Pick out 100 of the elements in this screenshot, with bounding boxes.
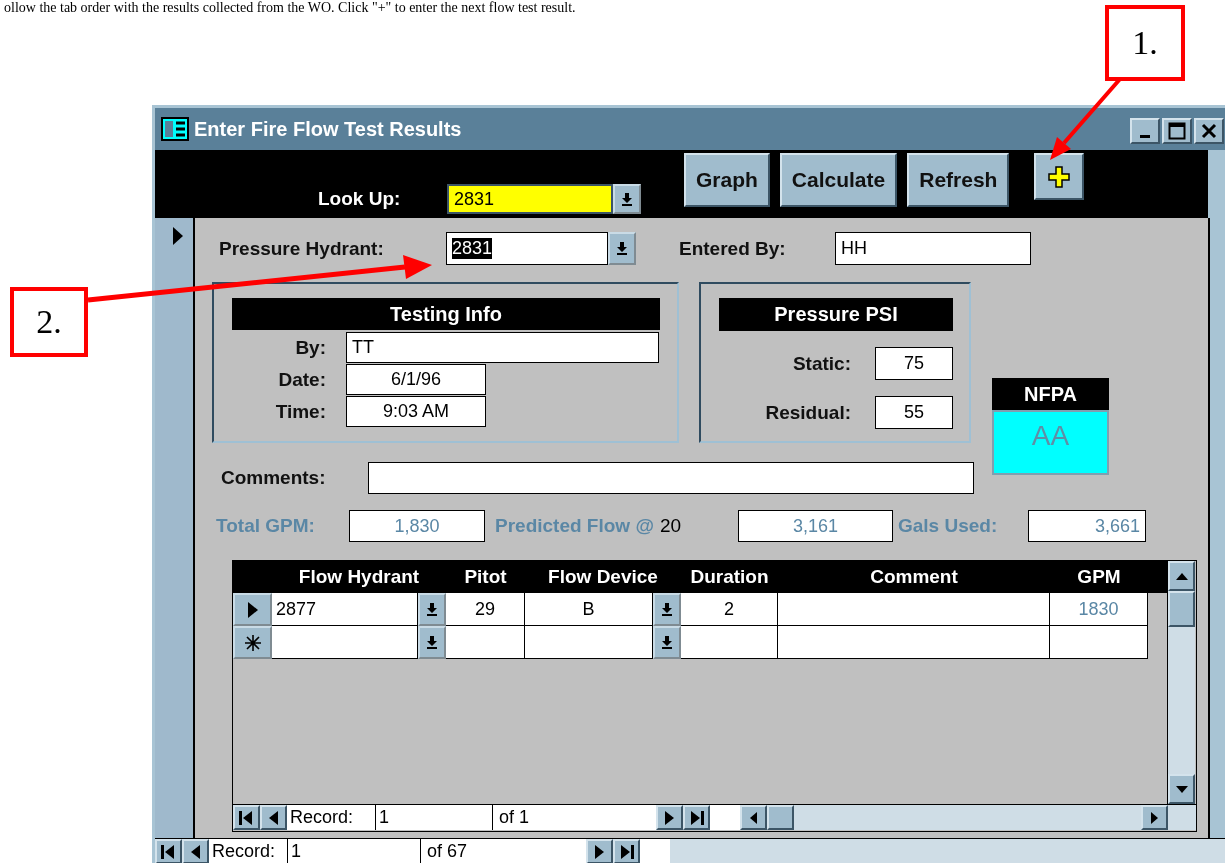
table-cell[interactable]: 2: [681, 593, 778, 626]
toolbar-button[interactable]: Graph: [684, 153, 770, 207]
section-header: Pressure PSI: [719, 298, 953, 331]
column-header: Flow Hydrant: [272, 561, 446, 593]
scroll-up-button[interactable]: [1168, 561, 1195, 591]
record-label: Record:: [209, 839, 287, 863]
last-record-icon: [618, 842, 635, 861]
dropdown-button[interactable]: [608, 232, 636, 265]
number-field: 3,661: [1027, 510, 1146, 542]
previous-record-button[interactable]: [182, 839, 209, 863]
dropdown-arrow-icon: [427, 603, 437, 616]
current-record-icon: [172, 226, 184, 246]
table-cell[interactable]: 29: [446, 593, 525, 626]
right-arrow-icon: [1151, 811, 1158, 824]
scroll-down-button[interactable]: [1168, 774, 1195, 804]
table-cell[interactable]: [778, 626, 1050, 659]
up-arrow-icon: [1175, 572, 1188, 580]
next-record-button[interactable]: [656, 805, 683, 830]
dropdown-button[interactable]: [653, 593, 681, 626]
field-label: Gals Used:: [897, 515, 999, 537]
table-cell[interactable]: 1830: [1050, 593, 1148, 626]
close-icon: [1201, 123, 1217, 139]
number-field[interactable]: 75: [875, 347, 953, 380]
last-record-button[interactable]: [683, 805, 710, 830]
field-label: Predicted Flow @: [495, 515, 654, 537]
field-label: Total GPM:: [216, 515, 316, 537]
text-field[interactable]: TT: [346, 332, 659, 363]
next-record-button[interactable]: [586, 839, 613, 863]
dropdown-arrow-icon: [662, 636, 672, 649]
field-value: 2831: [452, 238, 493, 259]
callout-label: 2.: [10, 287, 88, 357]
field-label: Date:: [277, 368, 326, 391]
field-label: Comments:: [221, 467, 327, 489]
close-button[interactable]: [1194, 118, 1224, 144]
column-header: Pitot: [446, 561, 525, 593]
comments-field[interactable]: [368, 462, 974, 494]
dropdown-button[interactable]: [418, 626, 446, 659]
callout-label: 1.: [1105, 5, 1185, 81]
dropdown-button[interactable]: [613, 184, 641, 214]
blank-panel: [640, 839, 670, 863]
section-header: NFPA: [992, 378, 1109, 410]
left-arrow-icon: [750, 811, 757, 824]
number-field: 1,830: [349, 510, 485, 542]
plus-icon: [1048, 165, 1071, 188]
record-count: of 67: [421, 839, 586, 863]
row-selector[interactable]: [233, 593, 272, 626]
dropdown-arrow-icon: [617, 242, 627, 255]
scroll-thumb[interactable]: [1168, 591, 1195, 627]
record-number-field[interactable]: 1: [287, 839, 421, 863]
number-field[interactable]: 55: [875, 396, 953, 429]
lookup-label: Look Up:: [318, 188, 402, 210]
table-cell[interactable]: [446, 626, 525, 659]
number-field: 3,161: [737, 510, 893, 542]
scroll-right-button[interactable]: [1141, 805, 1168, 830]
last-record-button[interactable]: [613, 839, 640, 863]
table-cell[interactable]: [525, 626, 653, 659]
text-field[interactable]: HH: [835, 232, 1031, 265]
minimize-icon: [1140, 134, 1150, 138]
column-header: GPM: [1050, 561, 1148, 593]
table-cell[interactable]: B: [525, 593, 653, 626]
dropdown-button[interactable]: [653, 626, 681, 659]
first-record-icon: [238, 808, 255, 827]
minimize-button[interactable]: [1130, 118, 1160, 144]
toolbar-button[interactable]: Refresh: [907, 153, 1010, 207]
column-header: Comment: [778, 561, 1050, 593]
field-label: Pressure Hydrant:: [219, 237, 385, 260]
dropdown-button[interactable]: [418, 593, 446, 626]
row-selector[interactable]: [233, 626, 272, 659]
maximize-button[interactable]: [1162, 118, 1192, 144]
form-icon: [161, 117, 189, 141]
maximize-icon: [1168, 122, 1186, 140]
text-field[interactable]: 6/1/96: [346, 364, 486, 395]
field-label: Residual:: [764, 401, 851, 424]
field-label: Static:: [791, 352, 851, 375]
first-record-button[interactable]: [233, 805, 260, 830]
column-header: Flow Device: [525, 561, 681, 593]
column-header: Duration: [681, 561, 778, 593]
scroll-thumb[interactable]: [767, 805, 794, 830]
table-cell[interactable]: [272, 626, 418, 659]
vertical-scrollbar[interactable]: [1167, 561, 1195, 804]
toolbar-button[interactable]: Calculate: [779, 153, 898, 207]
window-title: Enter Fire Flow Test Results: [194, 117, 462, 141]
scroll-left-button[interactable]: [740, 805, 767, 830]
record-selector[interactable]: [155, 218, 195, 838]
table-cell[interactable]: [778, 593, 1050, 626]
lookup-field[interactable]: 2831: [447, 184, 613, 214]
section-header: Testing Info: [232, 298, 660, 330]
record-number-field[interactable]: 1: [375, 805, 493, 830]
current-record-icon: [246, 600, 259, 619]
field-label: Entered By:: [679, 237, 787, 260]
combo-field[interactable]: 2831: [446, 232, 608, 265]
pressure-value: 20: [659, 515, 683, 537]
record-count: of 1: [493, 805, 656, 830]
table-cell[interactable]: [681, 626, 778, 659]
first-record-button[interactable]: [155, 839, 182, 863]
table-cell[interactable]: 2877: [272, 593, 418, 626]
add-record-button[interactable]: [1034, 153, 1085, 200]
table-cell[interactable]: [1050, 626, 1148, 659]
previous-record-button[interactable]: [260, 805, 287, 830]
text-field[interactable]: 9:03 AM: [346, 396, 486, 427]
